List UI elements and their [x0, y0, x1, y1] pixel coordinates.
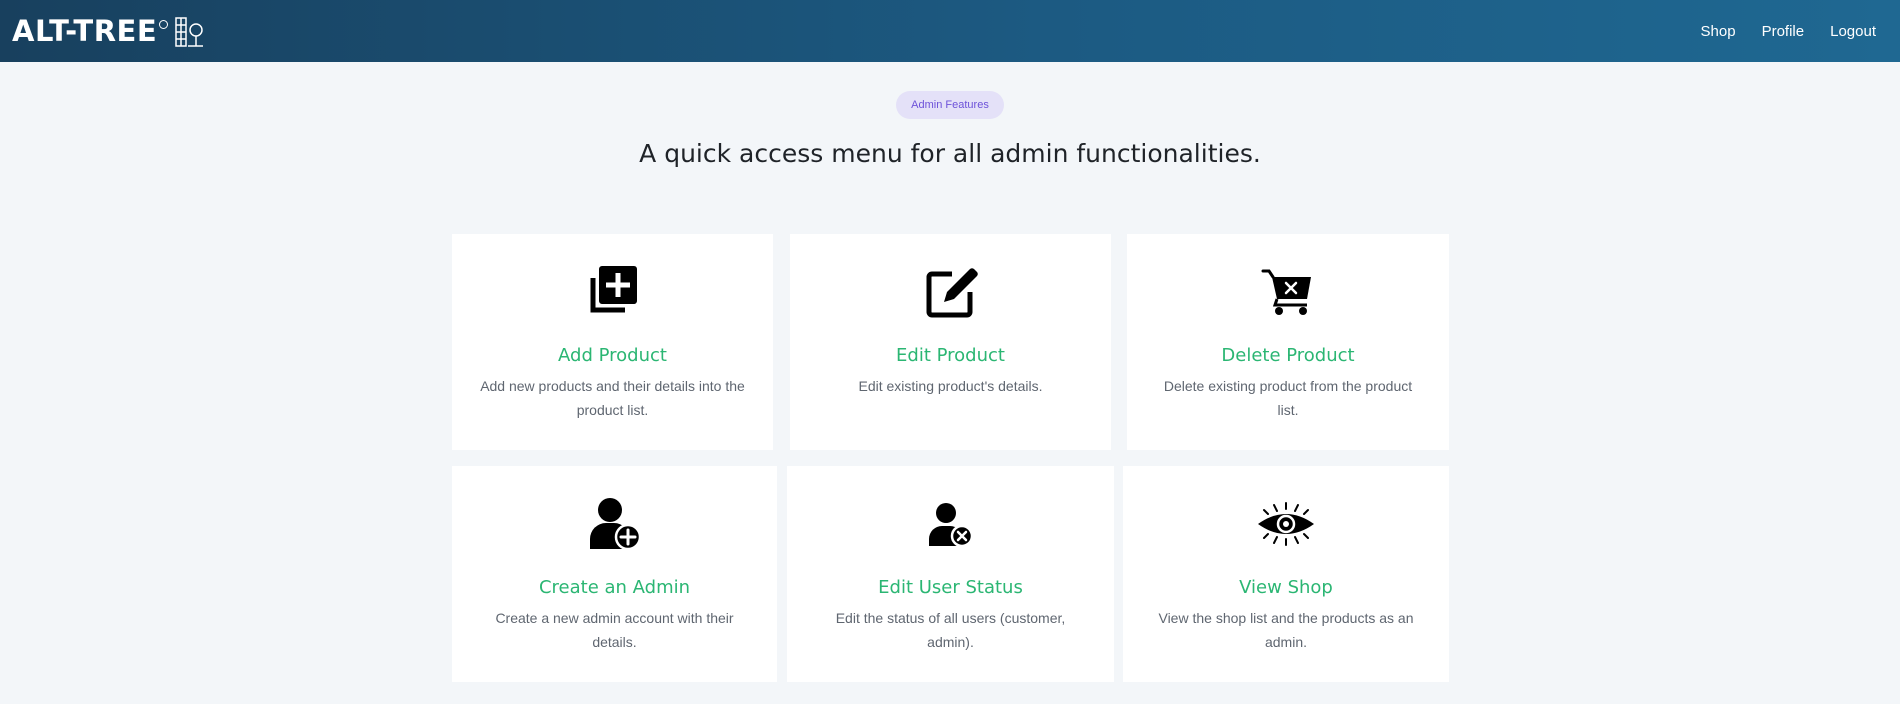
card-delete-product[interactable]: Delete Product Delete existing product f… [1127, 234, 1449, 450]
hero-section: Admin Features A quick access menu for a… [0, 62, 1900, 168]
card-title: Edit User Status [878, 577, 1023, 598]
card-view-shop[interactable]: View Shop View the shop list and the pro… [1123, 466, 1449, 682]
card-description: Edit the status of all users (customer, … [835, 610, 1066, 650]
page-subtitle: A quick access menu for all admin functi… [639, 139, 1261, 168]
card-description: Create a new admin account with their de… [495, 610, 734, 650]
card-edit-product[interactable]: Edit Product Edit existing product's det… [790, 234, 1111, 450]
main-nav: Shop Profile Logout [1701, 23, 1876, 40]
card-title: Delete Product [1221, 345, 1355, 366]
user-remove-icon [928, 503, 973, 548]
card-title: Edit Product [896, 345, 1005, 366]
card-title: View Shop [1239, 577, 1333, 598]
nav-shop-link[interactable]: Shop [1701, 23, 1736, 40]
edit-square-icon [926, 268, 978, 318]
card-edit-user-status[interactable]: Edit User Status Edit the status of all … [787, 466, 1114, 682]
eye-icon [1258, 502, 1314, 546]
card-title: Add Product [558, 345, 667, 366]
add-box-icon [590, 266, 637, 313]
brand-dot-icon [159, 19, 169, 29]
admin-features-badge: Admin Features [896, 91, 1004, 119]
nav-profile-link[interactable]: Profile [1762, 23, 1805, 40]
brand-name: ALT-TREE [12, 14, 158, 48]
nav-logout-link[interactable]: Logout [1830, 23, 1876, 40]
card-description: Edit existing product's details. [858, 378, 1043, 394]
top-navbar: ALT-TREE Shop Profile Logout [0, 0, 1900, 62]
building-tree-icon [175, 17, 204, 47]
card-description: Delete existing product from the product… [1163, 378, 1413, 418]
user-plus-icon [589, 498, 641, 551]
card-create-admin[interactable]: Create an Admin Create a new admin accou… [452, 466, 777, 682]
card-add-product[interactable]: Add Product Add new products and their d… [452, 234, 773, 450]
card-description: Add new products and their details into … [480, 378, 745, 418]
brand-logo[interactable]: ALT-TREE [12, 14, 204, 48]
card-description: View the shop list and the products as a… [1158, 610, 1414, 650]
cart-remove-icon [1261, 269, 1311, 315]
card-title: Create an Admin [538, 577, 691, 598]
